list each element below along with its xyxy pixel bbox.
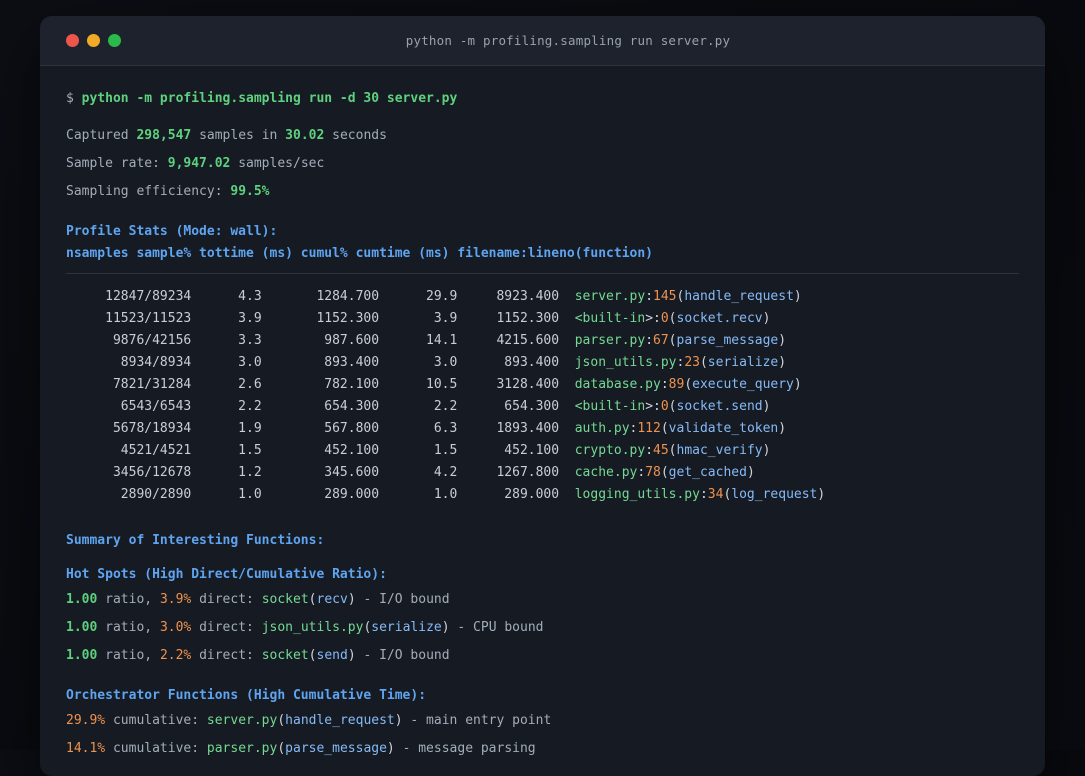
stats-row: 2890/2890 1.0 289.000 1.0 289.000 loggin… (66, 487, 826, 502)
stats-row: 3456/12678 1.2 345.600 4.2 1267.800 cach… (66, 465, 755, 480)
window-titlebar: python -m profiling.sampling run server.… (40, 16, 1045, 66)
hot-spots-heading: Hot Spots (High Direct/Cumulative Ratio)… (66, 567, 387, 582)
terminal-output[interactable]: $ python -m profiling.sampling run -d 30… (40, 66, 1045, 763)
efficiency-line: Sampling efficiency: 99.5% (66, 184, 270, 199)
stats-column-header: nsamples sample% tottime (ms) cumul% cum… (66, 246, 653, 261)
orchestrator-heading: Orchestrator Functions (High Cumulative … (66, 688, 427, 703)
orchestrator-line: 14.1% cumulative: parser.py(parse_messag… (66, 741, 536, 756)
profile-stats-heading: Profile Stats (Mode: wall): (66, 224, 278, 239)
stats-row: 12847/89234 4.3 1284.700 29.9 8923.400 s… (66, 289, 802, 304)
command-line: $ python -m profiling.sampling run -d 30… (66, 91, 458, 106)
window-title: python -m profiling.sampling run server.… (405, 33, 731, 48)
stats-row: 4521/4521 1.5 452.100 1.5 452.100 crypto… (66, 443, 771, 458)
stats-row: 9876/42156 3.3 987.600 14.1 4215.600 par… (66, 333, 787, 348)
hot-spot-line: 1.00 ratio, 3.9% direct: socket(recv) - … (66, 592, 450, 607)
summary-heading: Summary of Interesting Functions: (66, 533, 325, 548)
terminal-window: python -m profiling.sampling run server.… (40, 16, 1045, 776)
stats-row: 11523/11523 3.9 1152.300 3.9 1152.300 <b… (66, 311, 771, 326)
captured-line: Captured 298,547 samples in 30.02 second… (66, 128, 387, 143)
stats-row: 8934/8934 3.0 893.400 3.0 893.400 json_u… (66, 355, 787, 370)
traffic-lights (40, 34, 121, 47)
minimize-button[interactable] (87, 34, 100, 47)
stats-row: 5678/18934 1.9 567.800 6.3 1893.400 auth… (66, 421, 787, 436)
stats-row: 7821/31284 2.6 782.100 10.5 3128.400 dat… (66, 377, 802, 392)
close-button[interactable] (66, 34, 79, 47)
stats-row: 6543/6543 2.2 654.300 2.2 654.300 <built… (66, 399, 771, 414)
stats-divider (66, 273, 1019, 274)
sample-rate-line: Sample rate: 9,947.02 samples/sec (66, 156, 325, 171)
hot-spot-line: 1.00 ratio, 2.2% direct: socket(send) - … (66, 648, 450, 663)
orchestrator-line: 29.9% cumulative: server.py(handle_reque… (66, 713, 552, 728)
maximize-button[interactable] (108, 34, 121, 47)
hot-spot-line: 1.00 ratio, 3.0% direct: json_utils.py(s… (66, 620, 544, 635)
